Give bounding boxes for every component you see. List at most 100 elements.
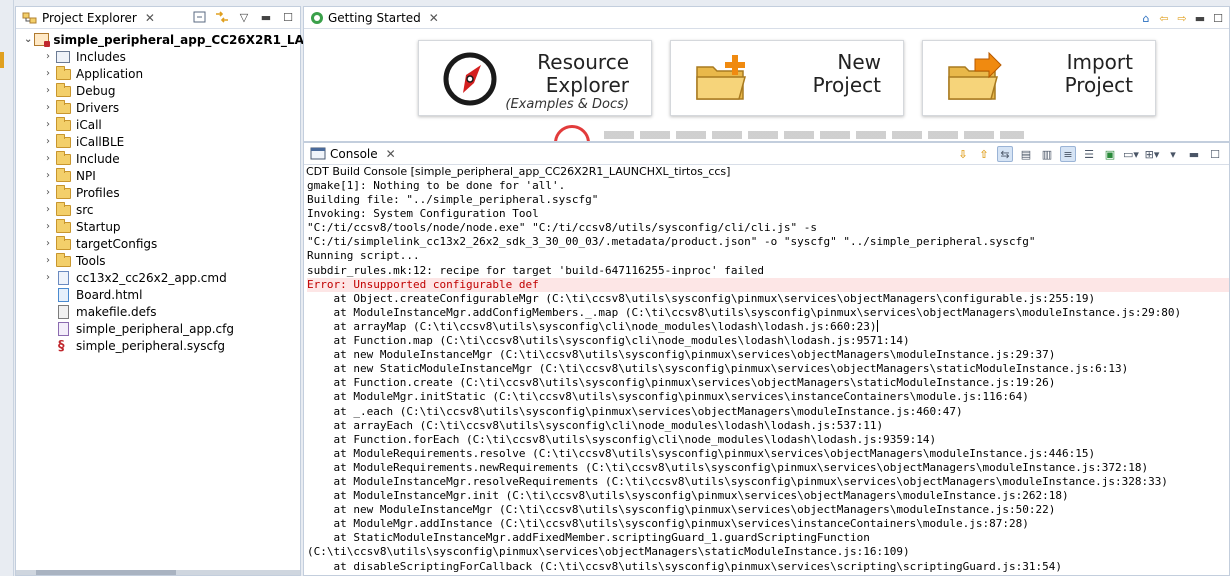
partial-text-row — [604, 131, 1024, 139]
minimize-icon[interactable]: ▬ — [1193, 11, 1207, 25]
getting-started-header: Getting Started ✕ ⌂ ⇦ ⇨ ▬ ☐ — [304, 7, 1229, 29]
tree-item[interactable]: ›makefile.defs — [16, 303, 300, 320]
console-line: "C:/ti/simplelink_cc13x2_26x2_sdk_3_30_0… — [307, 235, 1229, 249]
project-root[interactable]: ⌄ simple_peripheral_app_CC26X2R1_LAUNCHX… — [16, 31, 359, 48]
chevron-right-icon[interactable]: › — [42, 85, 54, 96]
tree-item[interactable]: › NPI — [16, 167, 300, 184]
home-icon[interactable]: ⌂ — [1139, 11, 1153, 25]
project-explorer-title: Project Explorer — [42, 10, 137, 25]
chevron-right-icon[interactable]: › — [42, 272, 54, 283]
console-line: at new ModuleInstanceMgr (C:\ti\ccsv8\ut… — [307, 503, 1229, 517]
console-line: at arrayEach (C:\ti\ccsv8\utils\sysconfi… — [307, 419, 1229, 433]
tree-item[interactable]: › Tools — [16, 252, 300, 269]
chevron-right-icon[interactable]: › — [42, 102, 54, 113]
console-line-text: Running script... — [307, 249, 420, 263]
console-line-text: "C:/ti/ccsv8/tools/node/node.exe" "C:/ti… — [307, 221, 817, 235]
minimize-icon[interactable]: ▬ — [1186, 146, 1202, 162]
link-icon[interactable]: ⇆ — [997, 146, 1013, 162]
chevron-right-icon[interactable]: › — [42, 68, 54, 79]
console-line-text: (C:\ti\ccsv8\utils\sysconfig\pinmux\serv… — [307, 545, 910, 559]
chevron-right-icon[interactable]: › — [42, 153, 54, 164]
maximize-icon[interactable]: ☐ — [1207, 146, 1223, 162]
tree-item-label: simple_peripheral.syscfg — [76, 338, 225, 353]
clear-console-icon[interactable]: ▤ — [1018, 146, 1034, 162]
back-arrow-icon[interactable]: ⇦ — [1157, 11, 1171, 25]
link-with-editor-icon[interactable] — [214, 9, 230, 25]
console-line-text: at ModuleMgr.initStatic (C:\ti\ccsv8\uti… — [307, 390, 1029, 404]
next-error-icon[interactable]: ⇩ — [955, 146, 971, 162]
close-icon[interactable]: ✕ — [386, 147, 396, 161]
chevron-right-icon[interactable]: › — [42, 119, 54, 130]
pin-console-icon[interactable]: ▣ — [1102, 146, 1118, 162]
display-selected-console-icon[interactable]: ▭▾ — [1123, 146, 1139, 162]
tree-item-label: Includes — [76, 49, 126, 64]
tree-item[interactable]: ›§simple_peripheral.syscfg — [16, 337, 300, 354]
console-line-text: at ModuleRequirements.resolve (C:\ti\ccs… — [307, 446, 1096, 460]
chevron-right-icon[interactable]: › — [42, 255, 54, 266]
console-line: at ModuleRequirements.resolve (C:\ti\ccs… — [307, 447, 1229, 461]
view-menu-icon[interactable]: ▽ — [236, 9, 252, 25]
word-wrap-icon[interactable]: ≡ — [1060, 146, 1076, 162]
scroll-lock-icon[interactable]: ▥ — [1039, 146, 1055, 162]
tree-item[interactable]: › src — [16, 201, 300, 218]
tree-item[interactable]: › Debug — [16, 82, 300, 99]
resource-explorer-tile[interactable]: Resource Explorer (Examples & Docs) — [418, 40, 652, 116]
scrollbar-thumb[interactable] — [36, 570, 176, 575]
tree-item[interactable]: › Include — [16, 150, 300, 167]
getting-started-title: Getting Started — [328, 10, 421, 25]
project-explorer-header: Project Explorer ✕ ▽ ▬ ☐ — [16, 7, 300, 29]
console-line: gmake[1]: Nothing to be done for 'all'. — [307, 179, 1229, 193]
chevron-right-icon[interactable]: › — [42, 187, 54, 198]
console-line-text: at new ModuleInstanceMgr (C:\ti\ccsv8\ut… — [307, 348, 1056, 362]
view-menu-icon[interactable]: ▾ — [1165, 146, 1181, 162]
tree-item[interactable]: › Application — [16, 65, 300, 82]
show-console-icon[interactable]: ☰ — [1081, 146, 1097, 162]
close-icon[interactable]: ✕ — [145, 11, 155, 25]
console-line: Running script... — [307, 249, 1229, 263]
maximize-icon[interactable]: ☐ — [280, 9, 296, 25]
minimize-icon[interactable]: ▬ — [258, 9, 274, 25]
tree-item[interactable]: › Profiles — [16, 184, 300, 201]
console-line: at new StaticModuleInstanceMgr (C:\ti\cc… — [307, 362, 1229, 376]
new-project-tile[interactable]: New Project — [670, 40, 904, 116]
previous-error-icon[interactable]: ⇧ — [976, 146, 992, 162]
console-output[interactable]: gmake[1]: Nothing to be done for 'all'. B… — [304, 179, 1229, 574]
console-line-text: at ModuleRequirements.newRequirements (C… — [307, 460, 1149, 474]
tab-project-explorer[interactable]: Project Explorer ✕ — [16, 7, 161, 29]
console-line: at ModuleInstanceMgr.resolveRequirements… — [307, 475, 1229, 489]
chevron-right-icon[interactable]: › — [42, 238, 54, 249]
ccs-project-icon — [34, 32, 51, 47]
resource-explorer-line2: Explorer — [545, 73, 629, 97]
chevron-right-icon[interactable]: › — [42, 136, 54, 147]
tree-item-label: Drivers — [76, 100, 120, 115]
folder-icon — [56, 82, 72, 98]
explorer-horizontal-scrollbar[interactable] — [16, 570, 300, 575]
collapse-all-icon[interactable] — [192, 9, 208, 25]
open-console-icon[interactable]: ⊞▾ — [1144, 146, 1160, 162]
tree-item[interactable]: ›simple_peripheral_app.cfg — [16, 320, 300, 337]
chevron-right-icon[interactable]: › — [42, 221, 54, 232]
tab-getting-started[interactable]: Getting Started ✕ — [304, 7, 445, 29]
maximize-icon[interactable]: ☐ — [1211, 11, 1225, 25]
chevron-right-icon[interactable]: › — [42, 204, 54, 215]
console-line: at ModuleRequirements.newRequirements (C… — [307, 461, 1229, 475]
tree-item[interactable]: › iCall — [16, 116, 300, 133]
tree-item[interactable]: › Drivers — [16, 99, 300, 116]
console-line-text: subdir_rules.mk:12: recipe for target 'b… — [307, 263, 764, 277]
tree-item[interactable]: › targetConfigs — [16, 235, 300, 252]
getting-started-icon — [311, 11, 323, 24]
tab-console[interactable]: Console ✕ — [304, 143, 402, 165]
close-icon[interactable]: ✕ — [429, 11, 439, 25]
tree-item[interactable]: ›Board.html — [16, 286, 300, 303]
tree-item[interactable]: › Startup — [16, 218, 300, 235]
import-project-tile[interactable]: Import Project — [922, 40, 1156, 116]
forward-arrow-icon[interactable]: ⇨ — [1175, 11, 1189, 25]
tree-item[interactable]: › iCallBLE — [16, 133, 300, 150]
console-line-text: at StaticModuleInstanceMgr.addFixedMembe… — [307, 531, 870, 545]
trim-marker — [0, 52, 4, 68]
tree-item[interactable]: › Includes — [16, 48, 300, 65]
chevron-down-icon[interactable]: ⌄ — [24, 34, 32, 45]
chevron-right-icon[interactable]: › — [42, 51, 54, 62]
tree-item[interactable]: › cc13x2_cc26x2_app.cmd — [16, 269, 300, 286]
chevron-right-icon[interactable]: › — [42, 170, 54, 181]
